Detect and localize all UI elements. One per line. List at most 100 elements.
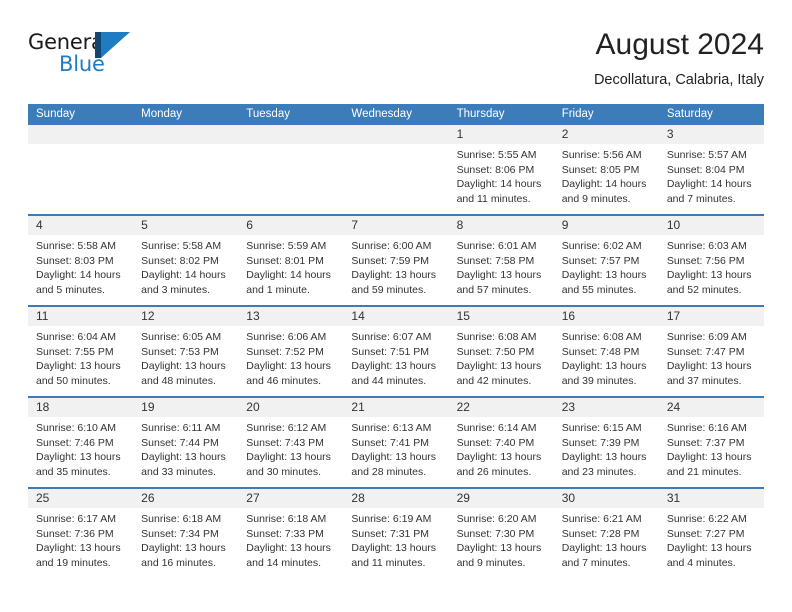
day-details: Sunrise: 6:19 AM Sunset: 7:31 PM Daylight:… (343, 508, 448, 570)
calendar-day-cell[interactable]: 21 Sunrise: 6:13 AM Sunset: 7:41 PM Dayligh… (343, 398, 449, 487)
day-number: 13 (238, 307, 344, 326)
weekday-header-friday: Friday (561, 108, 594, 120)
page-subtitle: Decollatura, Calabria, Italy (593, 72, 764, 88)
day-number: 2 (553, 125, 659, 144)
day-detail-line: and 50 minutes. (36, 374, 111, 387)
day-details: Sunrise: 5:59 AM Sunset: 8:01 PM Daylight:… (238, 235, 343, 297)
day-detail-line: and 14 minutes. (246, 556, 321, 569)
calendar-day-cell[interactable]: 4 Sunrise: 5:58 AM Sunset: 8:03 PM Daylight… (28, 216, 134, 305)
calendar-week-row: 4 Sunrise: 5:58 AM Sunset: 8:03 PM Daylight… (28, 214, 764, 305)
day-detail-line: and 37 minutes. (666, 374, 742, 387)
day-detail-line: Daylight: 13 hours (456, 451, 542, 464)
calendar-day-cell[interactable]: 23 Sunrise: 6:15 AM Sunset: 7:39 PM Dayligh… (553, 398, 659, 487)
calendar-table: Sunday Monday Tuesday Wednesday Thursday Frid… (28, 104, 764, 578)
day-detail-line: Sunrise: 5:58 AM (141, 240, 222, 252)
calendar-day-cell[interactable]: 26 Sunrise: 6:18 AM Sunset: 7:34 PM Dayligh… (133, 489, 239, 578)
day-detail-line: Sunrise: 6:06 AM (246, 331, 327, 343)
calendar-day-cell[interactable]: 12 Sunrise: 6:05 AM Sunset: 7:53 PM Dayligh… (133, 307, 239, 396)
day-detail-line: Sunrise: 5:56 AM (561, 149, 642, 161)
calendar-day-cell[interactable]: 25 Sunrise: 6:17 AM Sunset: 7:36 PM Dayligh… (28, 489, 134, 578)
day-details: Sunrise: 6:16 AM Sunset: 7:37 PM Daylight:… (659, 417, 764, 479)
calendar-day-cell[interactable]: 15 Sunrise: 6:08 AM Sunset: 7:50 PM Dayligh… (448, 307, 554, 396)
calendar-day-cell[interactable]: 19 Sunrise: 6:11 AM Sunset: 7:44 PM Dayligh… (133, 398, 239, 487)
calendar-day-cell[interactable]: 3 Sunrise: 5:57 AM Sunset: 8:04 PM Daylight… (658, 125, 764, 214)
calendar-day-cell[interactable]: 18 Sunrise: 6:10 AM Sunset: 7:46 PM Dayligh… (28, 398, 134, 487)
calendar-day-cell-empty (133, 125, 239, 214)
day-detail-line: Sunset: 7:30 PM (456, 527, 535, 540)
day-detail-line: Daylight: 13 hours (351, 451, 437, 464)
day-number: 30 (553, 489, 659, 508)
day-detail-line: Sunset: 8:04 PM (666, 163, 745, 176)
day-detail-line: and 9 minutes. (561, 192, 631, 205)
calendar-day-cell[interactable]: 20 Sunrise: 6:12 AM Sunset: 7:43 PM Dayligh… (238, 398, 344, 487)
day-detail-line: Daylight: 13 hours (561, 542, 647, 555)
day-detail-line: Sunset: 7:52 PM (246, 345, 324, 358)
calendar-day-cell[interactable]: 27 Sunrise: 6:18 AM Sunset: 7:33 PM Dayligh… (238, 489, 344, 578)
calendar-day-cell[interactable]: 30 Sunrise: 6:21 AM Sunset: 7:28 PM Dayligh… (553, 489, 659, 578)
day-details: Sunrise: 5:58 AM Sunset: 8:03 PM Daylight:… (28, 235, 133, 297)
day-detail-line: Daylight: 13 hours (351, 269, 437, 282)
page-title: August 2024 (595, 28, 764, 61)
calendar-day-cell[interactable]: 28 Sunrise: 6:19 AM Sunset: 7:31 PM Dayligh… (343, 489, 449, 578)
day-details: Sunrise: 6:18 AM Sunset: 7:33 PM Daylight:… (238, 508, 343, 570)
calendar-day-cell[interactable]: 14 Sunrise: 6:07 AM Sunset: 7:51 PM Dayligh… (343, 307, 449, 396)
calendar-day-cell[interactable]: 9 Sunrise: 6:02 AM Sunset: 7:57 PM Daylight… (553, 216, 659, 305)
day-detail-line: Sunrise: 6:17 AM (36, 513, 116, 525)
day-detail-line: and 28 minutes. (351, 465, 427, 478)
day-detail-line: and 59 minutes. (351, 283, 427, 296)
day-detail-line: and 48 minutes. (141, 374, 216, 387)
calendar-day-cell[interactable]: 22 Sunrise: 6:14 AM Sunset: 7:40 PM Dayligh… (448, 398, 554, 487)
day-detail-line: and 19 minutes. (36, 556, 111, 569)
day-number: 10 (658, 216, 764, 235)
calendar-day-cell[interactable]: 16 Sunrise: 6:08 AM Sunset: 7:48 PM Dayligh… (553, 307, 659, 396)
day-detail-line: Sunrise: 6:19 AM (351, 513, 432, 525)
calendar-day-cell[interactable]: 31 Sunrise: 6:22 AM Sunset: 7:27 PM Dayligh… (658, 489, 764, 578)
calendar-week-row: 11 Sunrise: 6:04 AM Sunset: 7:55 PM Dayligh… (28, 305, 764, 396)
day-detail-line: Daylight: 13 hours (141, 451, 226, 464)
calendar-day-cell[interactable]: 6 Sunrise: 5:59 AM Sunset: 8:01 PM Daylight… (238, 216, 344, 305)
day-detail-line: Sunset: 8:02 PM (141, 254, 219, 267)
calendar-day-cell[interactable]: 24 Sunrise: 6:16 AM Sunset: 7:37 PM Dayligh… (658, 398, 764, 487)
day-detail-line: Sunset: 7:36 PM (36, 527, 114, 540)
day-detail-line: Sunset: 7:44 PM (141, 436, 219, 449)
day-detail-line: Daylight: 13 hours (36, 542, 121, 555)
calendar-day-cell[interactable]: 11 Sunrise: 6:04 AM Sunset: 7:55 PM Dayligh… (28, 307, 134, 396)
day-detail-line: Sunrise: 6:00 AM (351, 240, 432, 252)
day-details: Sunrise: 6:01 AM Sunset: 7:58 PM Daylight:… (449, 235, 554, 297)
day-detail-line: Sunrise: 6:08 AM (561, 331, 642, 343)
day-detail-line: and 35 minutes. (36, 465, 111, 478)
day-number (343, 125, 449, 144)
day-number: 27 (238, 489, 344, 508)
calendar-day-cell[interactable]: 13 Sunrise: 6:06 AM Sunset: 7:52 PM Dayligh… (238, 307, 344, 396)
calendar-day-cell[interactable]: 1 Sunrise: 5:55 AM Sunset: 8:06 PM Daylight… (448, 125, 554, 214)
day-details: Sunrise: 6:11 AM Sunset: 7:44 PM Daylight:… (133, 417, 238, 479)
day-number: 21 (343, 398, 449, 417)
day-details: Sunrise: 5:58 AM Sunset: 8:02 PM Daylight:… (133, 235, 238, 297)
day-detail-line: Sunset: 7:34 PM (141, 527, 219, 540)
calendar-day-cell[interactable]: 29 Sunrise: 6:20 AM Sunset: 7:30 PM Dayligh… (448, 489, 554, 578)
calendar-day-cell[interactable]: 5 Sunrise: 5:58 AM Sunset: 8:02 PM Daylight… (133, 216, 239, 305)
calendar-body: 1 Sunrise: 5:55 AM Sunset: 8:06 PM Daylight… (28, 125, 764, 578)
day-detail-line: Daylight: 13 hours (246, 451, 331, 464)
day-details: Sunrise: 6:03 AM Sunset: 7:56 PM Daylight:… (659, 235, 764, 297)
day-detail-line: and 26 minutes. (456, 465, 532, 478)
calendar-day-cell[interactable]: 10 Sunrise: 6:03 AM Sunset: 7:56 PM Dayligh… (658, 216, 764, 305)
calendar-week-row: 25 Sunrise: 6:17 AM Sunset: 7:36 PM Dayligh… (28, 487, 764, 578)
calendar-day-cell[interactable]: 2 Sunrise: 5:56 AM Sunset: 8:05 PM Daylight… (553, 125, 659, 214)
day-detail-line: Sunset: 7:57 PM (561, 254, 640, 267)
day-detail-line: Daylight: 13 hours (141, 542, 226, 555)
calendar-week-row: 1 Sunrise: 5:55 AM Sunset: 8:06 PM Daylight… (28, 125, 764, 214)
calendar-day-cell[interactable]: 7 Sunrise: 6:00 AM Sunset: 7:59 PM Daylight… (343, 216, 449, 305)
calendar-day-cell[interactable]: 8 Sunrise: 6:01 AM Sunset: 7:58 PM Daylight… (448, 216, 554, 305)
day-details: Sunrise: 6:02 AM Sunset: 7:57 PM Daylight:… (554, 235, 659, 297)
day-detail-line: Sunset: 7:50 PM (456, 345, 535, 358)
day-details: Sunrise: 6:21 AM Sunset: 7:28 PM Daylight:… (554, 508, 659, 570)
day-number: 16 (553, 307, 659, 326)
day-detail-line: Sunset: 7:43 PM (246, 436, 324, 449)
day-detail-line: Sunrise: 5:59 AM (246, 240, 327, 252)
day-number: 17 (658, 307, 764, 326)
day-detail-line: Sunrise: 6:05 AM (141, 331, 222, 343)
day-detail-line: and 16 minutes. (141, 556, 216, 569)
calendar-day-cell[interactable]: 17 Sunrise: 6:09 AM Sunset: 7:47 PM Dayligh… (658, 307, 764, 396)
brand-logo[interactable]: General Blue (28, 30, 143, 82)
